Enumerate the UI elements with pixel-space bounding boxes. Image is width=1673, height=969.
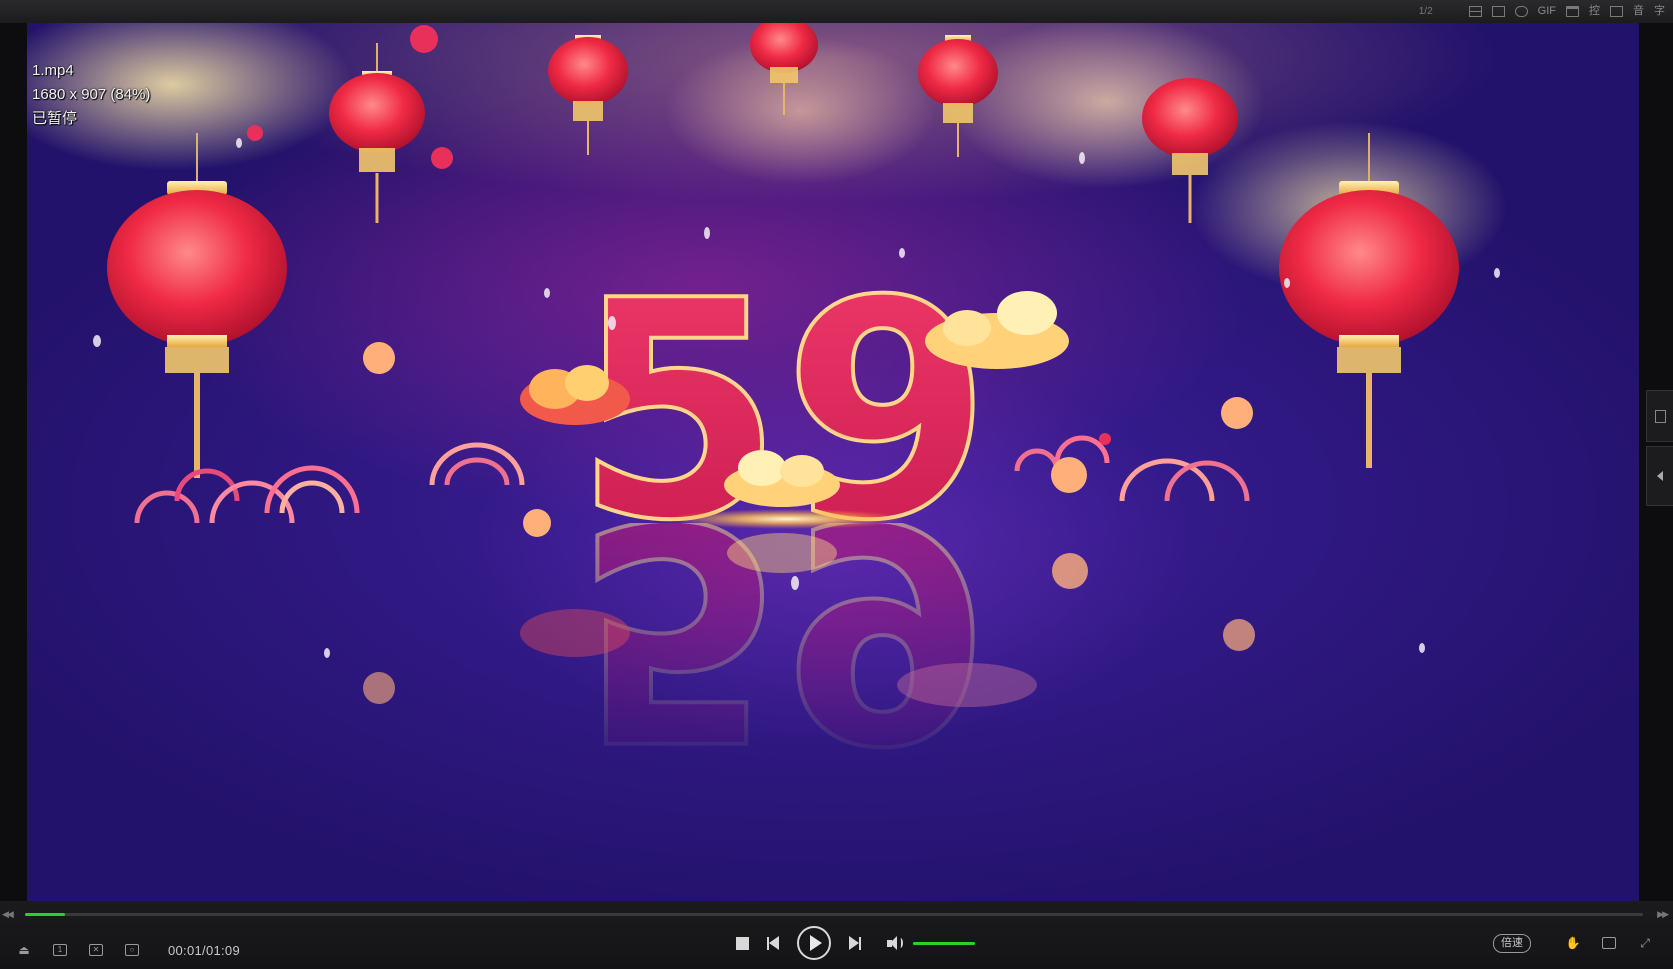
lens-flare (667, 509, 907, 529)
volume-icon[interactable] (887, 936, 903, 950)
notes-tab[interactable] (1646, 390, 1673, 442)
left-controls: ⏏ 1 ✕ ○ 00:01/01:09 (16, 937, 240, 963)
gif-icon[interactable]: GIF (1538, 0, 1556, 23)
next-icon (849, 936, 859, 950)
crop-icon[interactable] (1514, 6, 1528, 17)
audio-icon[interactable]: 音 (1633, 0, 1644, 23)
speed-button[interactable]: 倍速 (1493, 933, 1531, 953)
window-icon[interactable] (1566, 6, 1579, 17)
previous-button[interactable] (767, 936, 779, 950)
hand-icon[interactable]: ✋ (1565, 936, 1581, 950)
seek-bar[interactable] (25, 913, 1643, 916)
playback-status: 已暂停 (32, 110, 78, 127)
video-frame[interactable]: 59 59 1.mp4 1680 x 907 (84%) 已暂停 (27, 23, 1639, 901)
lantern-top-center-right (918, 35, 998, 157)
stop-icon (736, 936, 749, 950)
seek-forward-icon[interactable]: ▶▶ (1657, 909, 1669, 920)
lantern-top-left (329, 43, 425, 223)
notes-icon (1654, 409, 1666, 423)
lantern-top-right (1142, 78, 1238, 223)
video-info-overlay: 1.mp4 1680 x 907 (84%) 已暂停 (32, 59, 150, 131)
wave-mounds-right (1014, 435, 1250, 502)
file-name: 1.mp4 (32, 62, 74, 79)
pin-icon[interactable] (1468, 6, 1482, 17)
right-controls: 倍速 ✋ ⤢ (1493, 931, 1653, 955)
playlist-counter: 1/2 (1418, 6, 1433, 17)
chevron-left-icon (1657, 471, 1663, 481)
control-icon[interactable]: 控 (1589, 0, 1600, 23)
seek-back-icon[interactable]: ◀◀ (2, 909, 14, 920)
title-bar: 1/2 GIF 控 音 字 (0, 0, 1673, 23)
cast-icon[interactable]: ○ (124, 943, 140, 957)
top-toolbar: 1/2 GIF 控 音 字 (1419, 0, 1665, 23)
toolbox-icon[interactable] (1601, 936, 1617, 950)
transport-controls (736, 926, 975, 960)
seek-progress (25, 913, 66, 916)
play-button[interactable] (797, 926, 831, 960)
grid-icon[interactable] (1610, 6, 1623, 17)
lantern-top-center-left (548, 35, 628, 155)
eject-icon[interactable]: ⏏ (16, 943, 32, 957)
resolution-label: 1680 x 907 (84%) (32, 86, 151, 103)
previous-icon (769, 936, 779, 950)
fullscreen-icon[interactable]: ⤢ (1637, 936, 1653, 950)
volume-slider[interactable] (913, 941, 975, 945)
playlist-toggle-tab[interactable] (1646, 446, 1673, 506)
info-icon[interactable]: 1 (52, 943, 68, 957)
play-icon (809, 935, 822, 951)
next-button[interactable] (849, 936, 861, 950)
screenshot-icon[interactable]: ✕ (88, 943, 104, 957)
stop-button[interactable] (736, 936, 749, 950)
time-display: 00:01/01:09 (168, 942, 240, 958)
lantern-right-large (1279, 133, 1459, 468)
lantern-left-large (107, 133, 287, 478)
volume-level (913, 941, 975, 945)
video-scene: 59 59 (93, 23, 1500, 805)
lantern-top-center (750, 23, 818, 115)
subtitle-icon[interactable]: 字 (1654, 0, 1665, 23)
frame-icon[interactable] (1491, 6, 1505, 17)
